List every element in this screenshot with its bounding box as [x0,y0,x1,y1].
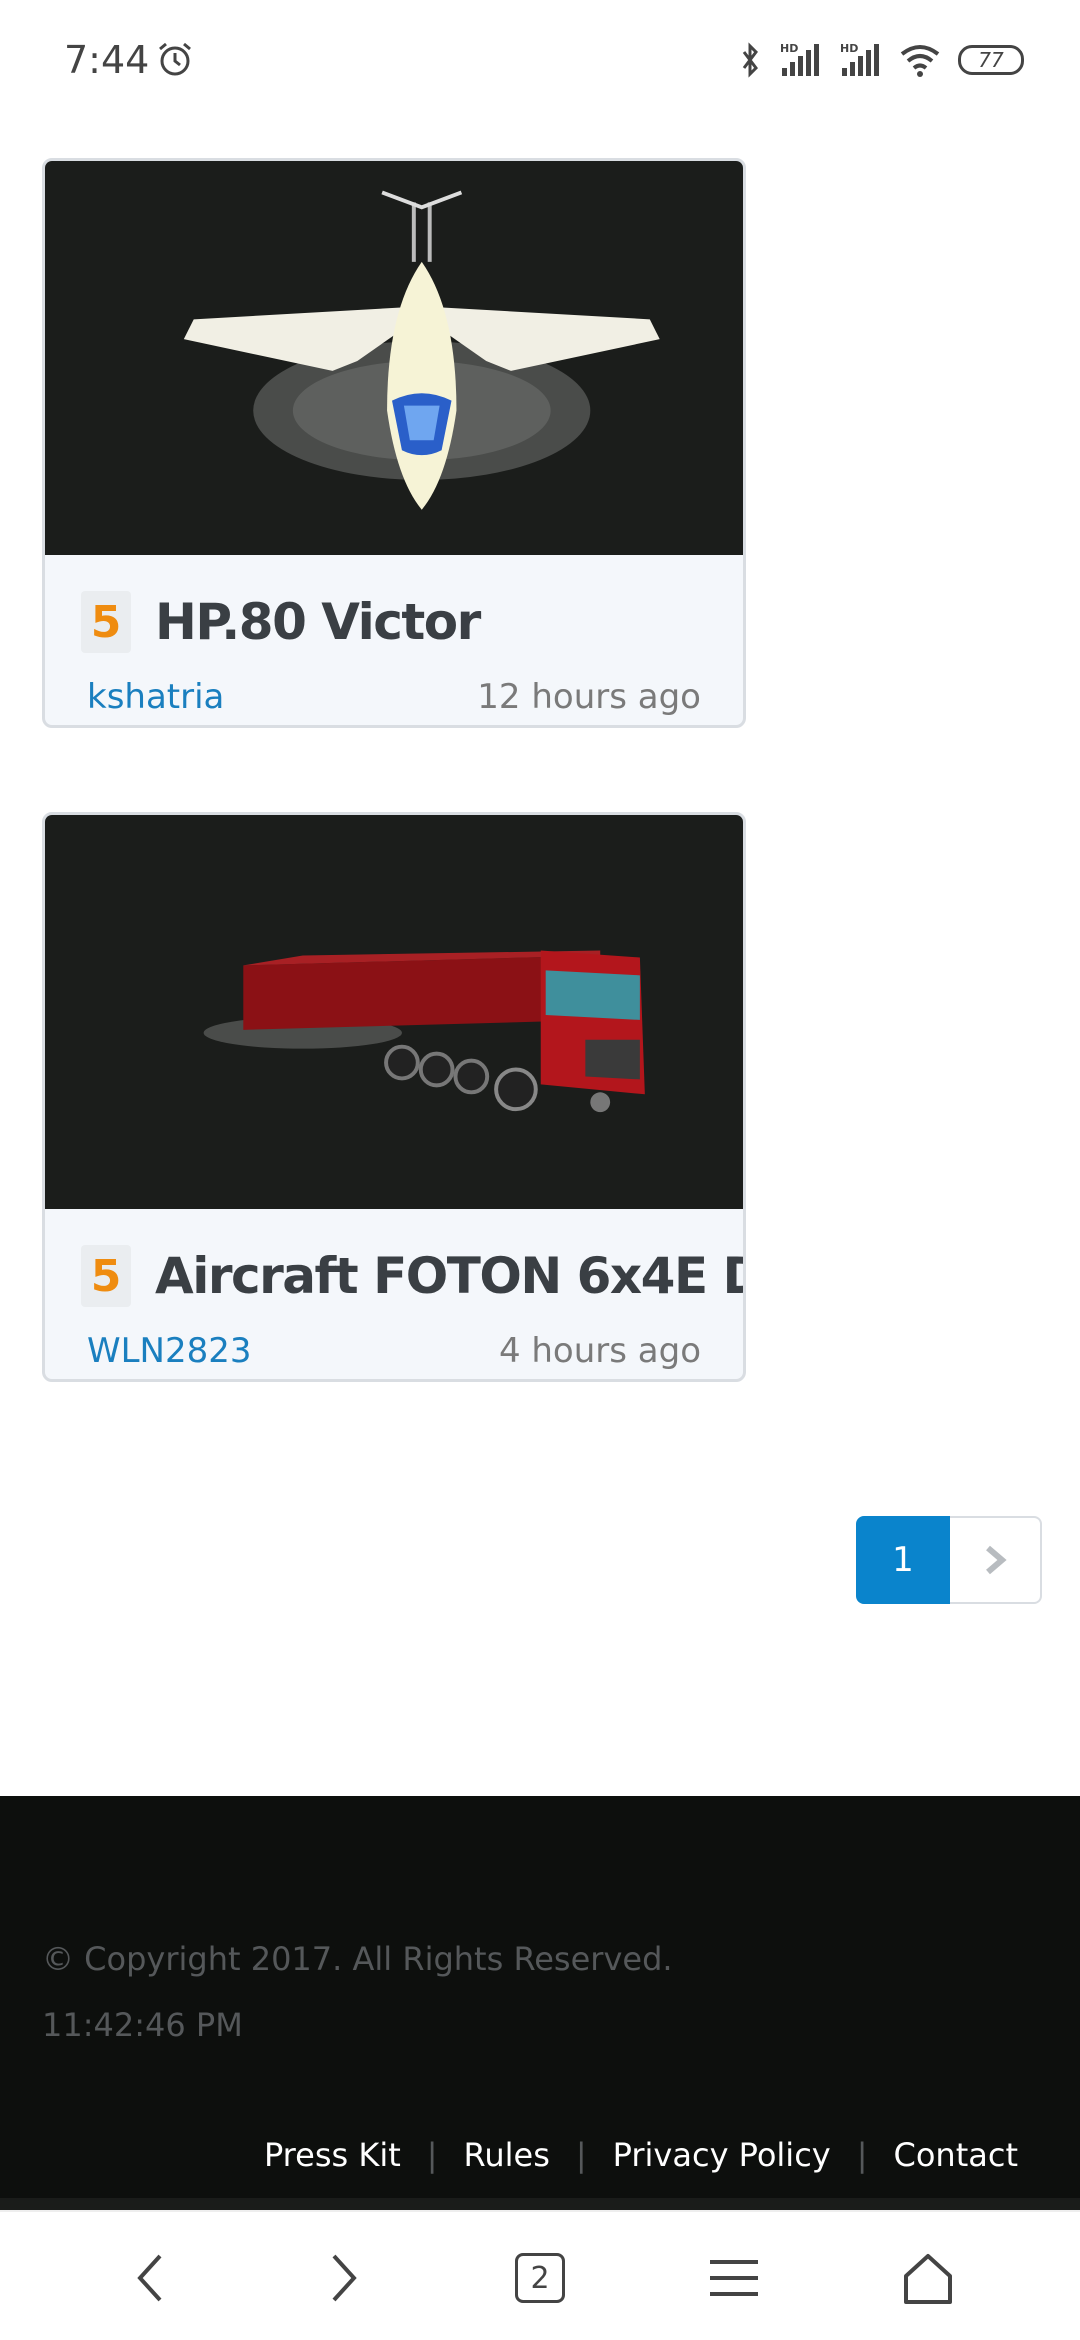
svg-text:HD: HD [780,42,798,55]
menu-button[interactable] [702,2246,766,2310]
menu-icon [710,2260,758,2296]
tabs-icon: 2 [515,2253,565,2303]
svg-text:HD: HD [840,42,858,55]
upload-time: 12 hours ago [477,677,701,717]
alarm-icon [159,42,191,76]
truck-model-preview[interactable] [45,815,743,1209]
link-separator: | [856,2136,868,2174]
signal-hd-icon-2: HD [840,42,879,76]
aircraft-model-preview[interactable] [45,161,743,555]
battery-icon: 77 [958,45,1024,75]
card-title-row: 5 HP.80 Victor [81,591,481,653]
footer-clock: 11:42:46 PM [42,2006,243,2044]
status-time: 7:44 [64,38,150,82]
home-button[interactable] [896,2246,960,2310]
footer: © Copyright 2017. All Rights Reserved. 1… [0,1796,1080,2210]
back-icon [137,2254,162,2302]
link-separator: | [426,2136,438,2174]
copyright-text: © Copyright 2017. All Rights Reserved. [42,1940,673,1978]
card-title[interactable]: HP.80 Victor [155,593,481,651]
author-link[interactable]: kshatria [87,677,224,717]
truck-icon [203,950,645,1113]
aircraft-icon [183,190,660,510]
wifi-icon [900,45,940,77]
bluetooth-icon [742,42,758,78]
contact-link[interactable]: Contact [894,2136,1019,2174]
forward-icon [332,2254,357,2302]
upload-time: 4 hours ago [498,1331,701,1371]
forward-button[interactable] [312,2246,376,2310]
footer-links: Press Kit | Rules | Privacy Policy | Con… [264,2136,1018,2174]
press-kit-link[interactable]: Press Kit [264,2136,401,2174]
signal-hd-icon: HD [780,42,819,76]
privacy-policy-link[interactable]: Privacy Policy [613,2136,831,2174]
browser-toolbar: 2 [0,2210,1080,2340]
next-page-button[interactable] [950,1516,1042,1604]
back-button[interactable] [118,2246,182,2310]
page-button-current[interactable]: 1 [856,1516,950,1604]
model-card[interactable]: 5 Aircraft FOTON 6x4E DG WLN2823 4 hours… [42,812,746,1382]
link-separator: | [575,2136,587,2174]
pagination: 1 [856,1516,1042,1604]
card-title-row: 5 Aircraft FOTON 6x4E DG [81,1245,743,1307]
status-bar: 7:44 HD HD 77 [0,0,1080,120]
chevron-right-icon [986,1545,1007,1575]
score-badge: 5 [81,1245,131,1307]
rules-link[interactable]: Rules [464,2136,550,2174]
status-icons: HD HD 77 [738,38,1024,82]
model-card[interactable]: 5 HP.80 Victor kshatria 12 hours ago [42,158,746,728]
home-icon [904,2254,952,2304]
footer-divider [0,2198,1080,2210]
tabs-button[interactable]: 2 [508,2246,572,2310]
card-title[interactable]: Aircraft FOTON 6x4E DG [155,1247,743,1305]
score-badge: 5 [81,591,131,653]
author-link[interactable]: WLN2823 [87,1331,252,1371]
